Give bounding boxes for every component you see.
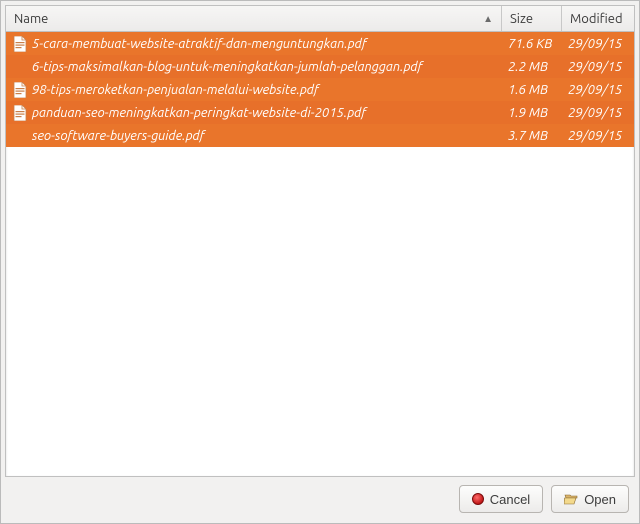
column-header-row: Name ▲ Size Modified	[6, 6, 634, 32]
file-name-cell: 5-cara-membuat-website-atraktif-dan-meng…	[6, 36, 502, 52]
file-modified: 29/09/15	[562, 37, 634, 51]
file-name: 5-cara-membuat-website-atraktif-dan-meng…	[32, 37, 367, 51]
column-label: Name	[14, 12, 48, 26]
file-name-cell: seo-software-buyers-guide.pdf	[6, 128, 502, 144]
column-header-modified[interactable]: Modified	[562, 6, 634, 31]
file-size: 71.6 KB	[502, 37, 562, 51]
cancel-label: Cancel	[490, 492, 530, 507]
file-row[interactable]: 5-cara-membuat-website-atraktif-dan-meng…	[6, 32, 634, 55]
file-size: 1.6 MB	[502, 83, 562, 97]
file-row[interactable]: 6-tips-maksimalkan-blog-untuk-meningkatk…	[6, 55, 634, 78]
sort-ascending-icon: ▲	[483, 13, 493, 25]
file-row[interactable]: seo-software-buyers-guide.pdf 3.7 MB29/09…	[6, 124, 634, 147]
file-name: 6-tips-maksimalkan-blog-untuk-meningkatk…	[32, 60, 423, 74]
file-icon	[12, 82, 28, 98]
column-header-name[interactable]: Name ▲	[6, 6, 502, 31]
file-open-dialog: Name ▲ Size Modified 5-cara-membuat-webs…	[0, 0, 640, 524]
file-name: seo-software-buyers-guide.pdf	[32, 129, 205, 143]
file-name-cell: 6-tips-maksimalkan-blog-untuk-meningkatk…	[6, 59, 502, 75]
file-icon	[12, 105, 28, 121]
file-modified: 29/09/15	[562, 129, 634, 143]
file-size: 3.7 MB	[502, 129, 562, 143]
cancel-button[interactable]: Cancel	[459, 485, 543, 513]
file-name: 98-tips-meroketkan-penjualan-melalui-web…	[32, 83, 319, 97]
file-list[interactable]: 5-cara-membuat-website-atraktif-dan-meng…	[6, 32, 634, 476]
file-row[interactable]: panduan-seo-meningkatkan-peringkat-websi…	[6, 101, 634, 124]
file-list-panel: Name ▲ Size Modified 5-cara-membuat-webs…	[5, 5, 635, 477]
open-label: Open	[584, 492, 616, 507]
file-row[interactable]: 98-tips-meroketkan-penjualan-melalui-web…	[6, 78, 634, 101]
file-size: 2.2 MB	[502, 60, 562, 74]
column-label: Size	[510, 12, 533, 26]
button-bar: Cancel Open	[5, 477, 635, 519]
file-name-cell: panduan-seo-meningkatkan-peringkat-websi…	[6, 105, 502, 121]
file-name: panduan-seo-meningkatkan-peringkat-websi…	[32, 106, 366, 120]
file-icon	[12, 128, 28, 144]
column-label: Modified	[570, 12, 623, 26]
folder-open-icon	[564, 493, 578, 505]
file-size: 1.9 MB	[502, 106, 562, 120]
file-icon	[12, 59, 28, 75]
cancel-icon	[472, 493, 484, 505]
file-name-cell: 98-tips-meroketkan-penjualan-melalui-web…	[6, 82, 502, 98]
file-modified: 29/09/15	[562, 106, 634, 120]
file-modified: 29/09/15	[562, 83, 634, 97]
file-modified: 29/09/15	[562, 60, 634, 74]
column-header-size[interactable]: Size	[502, 6, 562, 31]
open-button[interactable]: Open	[551, 485, 629, 513]
file-icon	[12, 36, 28, 52]
